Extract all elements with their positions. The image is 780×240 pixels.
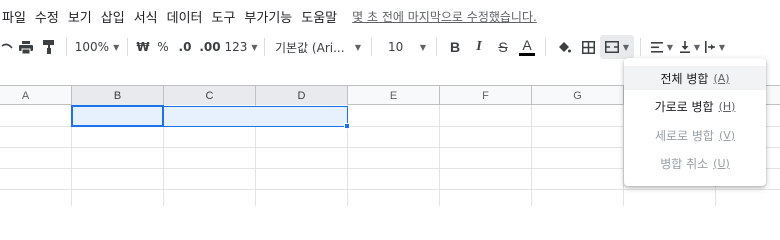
text-color-swatch	[519, 53, 535, 56]
merge-horizontally-item[interactable]: 가로로 병합 (H)	[624, 94, 766, 118]
toolbar-divider	[371, 38, 372, 56]
percent-format-button[interactable]: %	[152, 35, 174, 59]
toolbar-divider	[66, 38, 67, 56]
zoom-select[interactable]: 100% ▼	[73, 35, 121, 59]
chevron-down-icon: ▼	[622, 42, 630, 52]
menu-help[interactable]: 도움말	[301, 5, 337, 28]
unmerge-item[interactable]: 병합 취소 (U)	[624, 151, 766, 175]
toolbar-divider	[436, 38, 437, 56]
currency-format-button[interactable]: ₩	[134, 35, 152, 59]
fill-handle[interactable]	[344, 123, 350, 129]
toolbar-divider	[545, 38, 546, 56]
column-header-d[interactable]: D	[256, 86, 348, 105]
chevron-down-icon: ▼	[718, 42, 726, 52]
merge-all-shortcut: (A)	[713, 71, 730, 85]
italic-button[interactable]: I	[467, 35, 491, 59]
column-header-g[interactable]: G	[532, 86, 624, 105]
chevron-down-icon: ▼	[113, 42, 120, 52]
merge-all-label: 전체 병합	[660, 71, 709, 86]
active-cell[interactable]	[71, 105, 164, 127]
merge-all-item[interactable]: 전체 병합 (A)	[624, 66, 766, 90]
align-bottom-icon	[679, 41, 690, 53]
text-wrap-button[interactable]: ▼	[703, 35, 727, 59]
font-family-select[interactable]: 기본값 (Ari... ▼	[271, 35, 365, 59]
vertical-align-button[interactable]: ▼	[677, 35, 703, 59]
menu-edit[interactable]: 수정	[35, 5, 59, 28]
text-color-button[interactable]: A	[515, 35, 539, 59]
zoom-value: 100%	[74, 40, 110, 54]
column-header-e[interactable]: E	[348, 86, 440, 105]
toolbar-divider	[127, 38, 128, 56]
merge-vertically-label: 세로로 병합	[654, 128, 714, 143]
column-divider	[439, 105, 440, 206]
merge-vertically-shortcut: (V)	[718, 128, 736, 142]
font-size-value: 10	[388, 40, 404, 54]
menu-tools[interactable]: 도구	[212, 5, 236, 28]
menu-format[interactable]: 서식	[134, 5, 158, 28]
merge-cells-icon	[604, 41, 619, 53]
align-left-icon	[650, 41, 663, 53]
horizontal-align-button[interactable]: ▼	[647, 35, 677, 59]
menu-addons[interactable]: 부가기능	[244, 5, 292, 28]
font-family-value: 기본값 (Ari...	[275, 40, 345, 55]
decrease-decimals-button[interactable]: .0	[174, 35, 196, 59]
menu-bar: 파일 수정 보기 삽입 서식 데이터 도구 부가기능 도움말 몇 초 전에 마지…	[0, 0, 780, 32]
merge-horizontally-shortcut: (H)	[718, 99, 736, 113]
fill-color-icon[interactable]	[552, 35, 576, 59]
more-formats-button[interactable]: 123 ▼	[224, 35, 258, 59]
column-divider	[531, 105, 532, 206]
borders-icon[interactable]	[576, 35, 600, 59]
column-header-c[interactable]: C	[164, 86, 256, 105]
bold-button[interactable]: B	[443, 35, 467, 59]
text-color-glyph: A	[522, 37, 532, 53]
chevron-down-icon: ▼	[666, 42, 674, 52]
column-header-a[interactable]: A	[0, 86, 72, 105]
font-size-select[interactable]: 10 ▼	[378, 35, 430, 59]
print-icon[interactable]	[14, 35, 38, 59]
unmerge-shortcut: (U)	[713, 156, 730, 170]
more-formats-label: 123	[224, 40, 248, 54]
menu-file[interactable]: 파일	[2, 5, 26, 28]
menu-insert[interactable]: 삽입	[101, 5, 125, 28]
merge-horizontally-label: 가로로 병합	[654, 99, 714, 114]
chevron-down-icon: ▼	[419, 42, 426, 52]
chevron-down-icon: ▼	[251, 42, 258, 52]
chevron-down-icon: ▼	[354, 42, 361, 52]
merge-vertically-item[interactable]: 세로로 병합 (V)	[624, 123, 766, 147]
text-wrap-icon	[704, 41, 715, 53]
row-divider	[0, 189, 780, 190]
unmerge-label: 병합 취소	[660, 156, 709, 171]
undo-icon[interactable]	[0, 35, 14, 59]
menu-view[interactable]: 보기	[68, 5, 92, 28]
toolbar-divider	[640, 38, 641, 56]
merge-cells-menu: 전체 병합 (A) 가로로 병합 (H) 세로로 병합 (V) 병합 취소 (U…	[624, 58, 766, 186]
last-edit-link[interactable]: 몇 초 전에 마지막으로 수정했습니다.	[352, 8, 537, 25]
merge-cells-button[interactable]: ▼	[600, 35, 634, 59]
column-header-f[interactable]: F	[440, 86, 532, 105]
chevron-down-icon: ▼	[693, 42, 701, 52]
strikethrough-button[interactable]: S	[491, 35, 515, 59]
column-header-b[interactable]: B	[72, 86, 164, 105]
increase-decimals-button[interactable]: .00	[196, 35, 224, 59]
paint-format-icon[interactable]	[38, 35, 60, 59]
menu-data[interactable]: 데이터	[167, 5, 203, 28]
toolbar-divider	[264, 38, 265, 56]
